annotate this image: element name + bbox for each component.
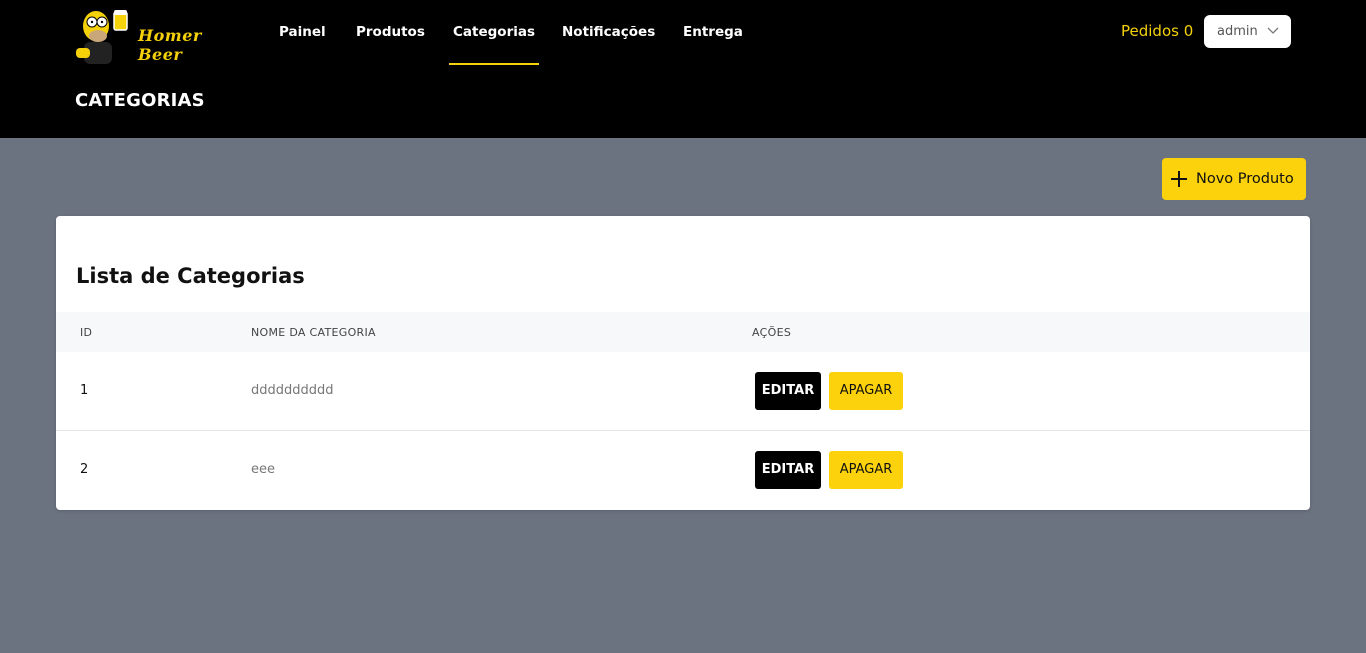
- page-title: CATEGORIAS: [75, 90, 205, 111]
- nav-item-produtos[interactable]: Produtos: [356, 0, 425, 65]
- cell-category-name: dddddddddd: [251, 383, 334, 398]
- table-row: 2 eee EDITAR APAGAR: [56, 431, 1310, 510]
- plus-icon: [1171, 171, 1187, 187]
- delete-button[interactable]: APAGAR: [829, 372, 903, 410]
- column-header-name: NOME DA CATEGORIA: [251, 326, 376, 339]
- user-select-value: admin: [1217, 24, 1258, 39]
- user-select[interactable]: admin: [1204, 15, 1291, 48]
- nav-item-categorias[interactable]: Categorias: [449, 0, 539, 65]
- orders-count[interactable]: Pedidos 0: [1121, 22, 1193, 40]
- brand-logo[interactable]: Homer Beer: [74, 4, 239, 70]
- cell-id: 2: [80, 462, 89, 477]
- nav-item-entrega[interactable]: Entrega: [683, 0, 743, 65]
- table-row: 1 dddddddddd EDITAR APAGAR: [56, 352, 1310, 431]
- column-header-actions: AÇÕES: [752, 326, 792, 339]
- column-header-id: ID: [80, 326, 93, 339]
- brand-logo-text: Homer Beer: [138, 26, 202, 64]
- new-product-label: Novo Produto: [1196, 171, 1294, 187]
- table-header: ID NOME DA CATEGORIA AÇÕES: [56, 312, 1310, 352]
- card-title: Lista de Categorias: [76, 264, 305, 288]
- edit-button[interactable]: EDITAR: [755, 451, 821, 489]
- new-product-button[interactable]: Novo Produto: [1162, 158, 1306, 200]
- categories-card: Lista de Categorias ID NOME DA CATEGORIA…: [56, 216, 1310, 510]
- nav-item-notificacoes[interactable]: Notificações: [562, 0, 655, 65]
- top-header: Homer Beer Painel Produtos Categorias No…: [0, 0, 1366, 138]
- nav-item-painel[interactable]: Painel: [279, 0, 326, 65]
- chevron-down-icon: [1267, 27, 1279, 34]
- homer-mascot-icon: [76, 10, 128, 64]
- edit-button[interactable]: EDITAR: [755, 372, 821, 410]
- cell-category-name: eee: [251, 462, 275, 477]
- delete-button[interactable]: APAGAR: [829, 451, 903, 489]
- cell-id: 1: [80, 383, 89, 398]
